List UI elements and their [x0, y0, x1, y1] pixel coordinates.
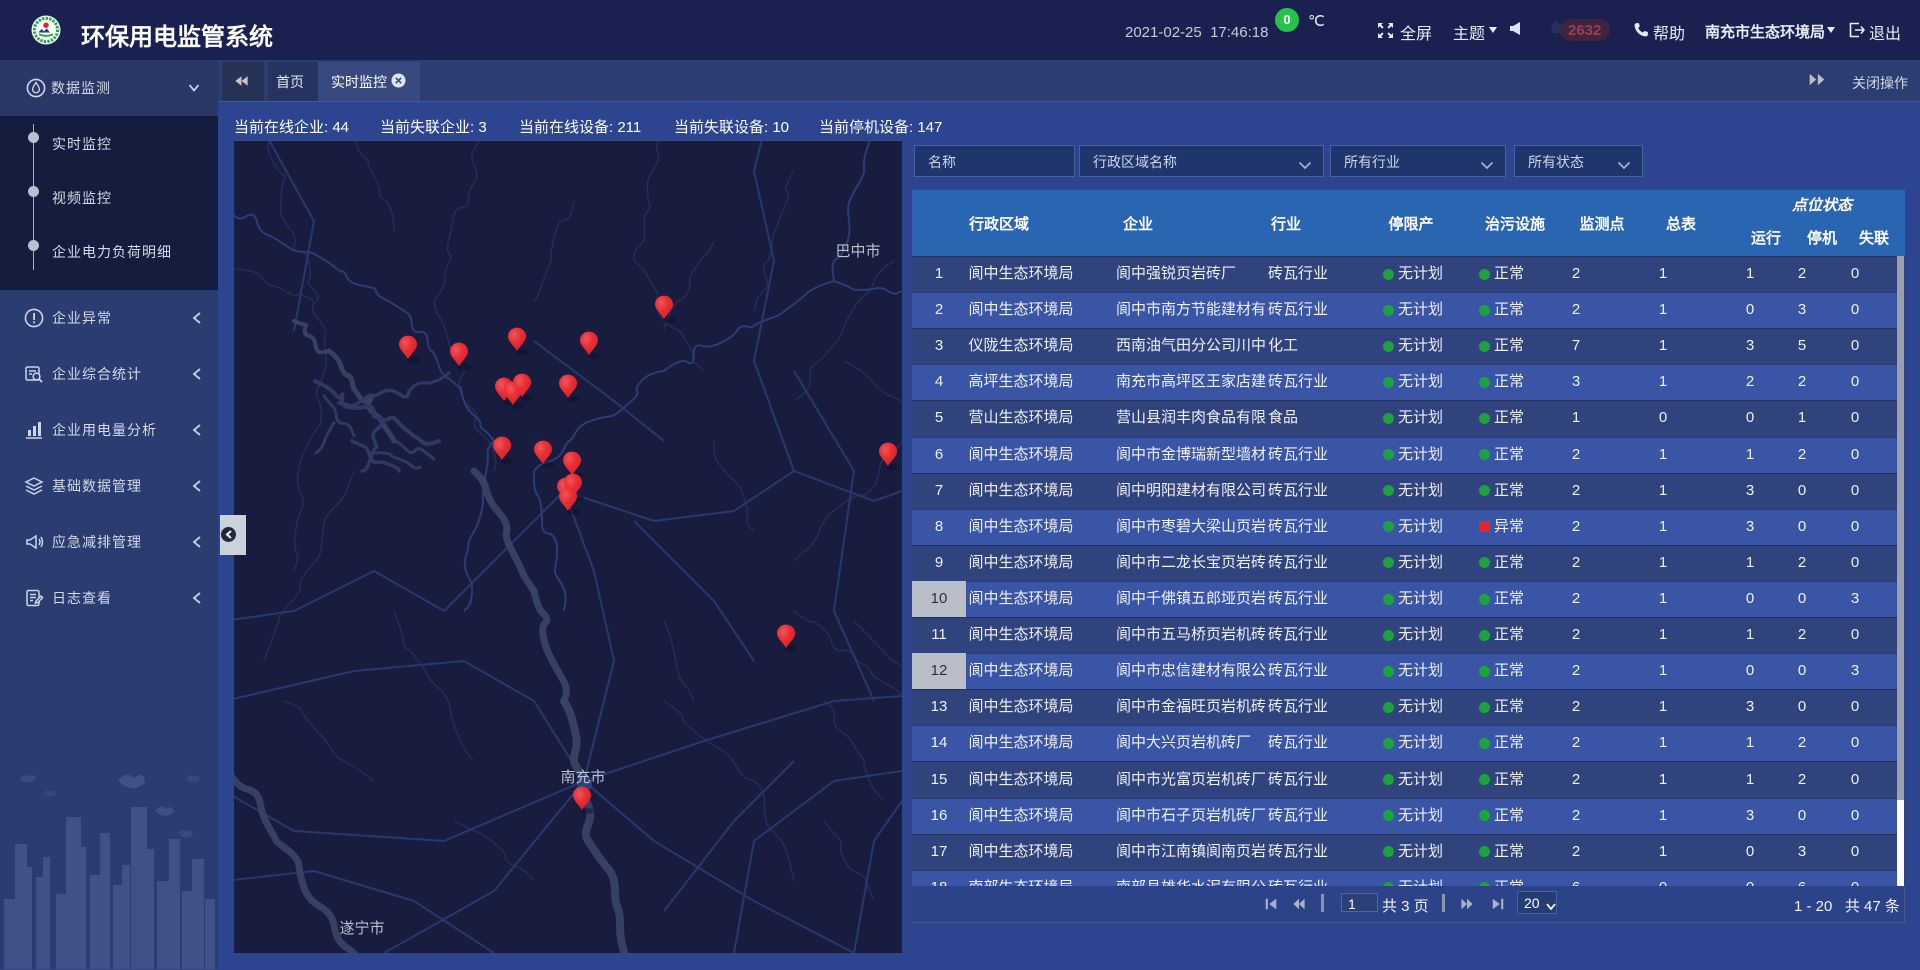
- svg-text:巴中市: 巴中市: [835, 243, 880, 260]
- svg-text:南充市: 南充市: [560, 769, 605, 786]
- svg-text:遂宁市: 遂宁市: [339, 920, 384, 937]
